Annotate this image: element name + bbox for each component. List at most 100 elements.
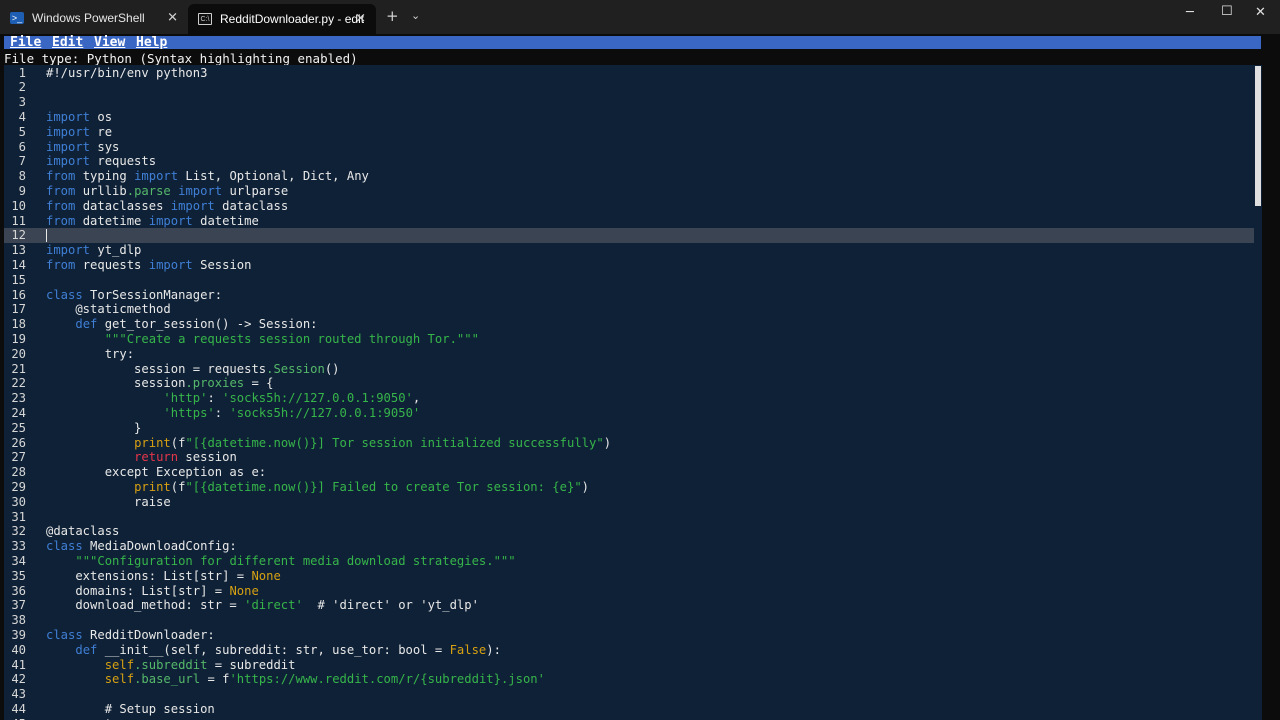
code-line[interactable]: 8 from typing import List, Optional, Dict… bbox=[4, 169, 1254, 184]
code-line[interactable]: 17 @staticmethod bbox=[4, 302, 1254, 317]
code-line[interactable]: 24 'https': 'socks5h://127.0.0.1:9050' bbox=[4, 406, 1254, 421]
code-token: None bbox=[251, 568, 281, 583]
code-line[interactable]: 28 except Exception as e: bbox=[4, 465, 1254, 480]
code-line[interactable]: 2 bbox=[4, 80, 1254, 95]
code-token: return bbox=[134, 450, 179, 465]
code-line[interactable]: 30 raise bbox=[4, 495, 1254, 510]
scrollbar-thumb[interactable] bbox=[1255, 66, 1261, 206]
code-line[interactable]: 35 extensions: List[str] = None bbox=[4, 569, 1254, 584]
code-token: class bbox=[46, 627, 83, 642]
line-number: 26 bbox=[11, 435, 26, 450]
line-number: 18 bbox=[11, 317, 26, 332]
line-number: 40 bbox=[11, 642, 26, 657]
code-text: import requests bbox=[46, 154, 156, 169]
code-text: try: bbox=[46, 347, 134, 362]
maximize-button[interactable]: ☐ bbox=[1221, 4, 1233, 19]
minimize-button[interactable]: ─ bbox=[1186, 5, 1194, 20]
code-line[interactable]: 9 from urllib.parse import urlparse bbox=[4, 184, 1254, 199]
code-line[interactable]: 43 bbox=[4, 687, 1254, 702]
code-line[interactable]: 18 def get_tor_session() -> Session: bbox=[4, 317, 1254, 332]
code-line[interactable]: 41 self.subreddit = subreddit bbox=[4, 658, 1254, 673]
close-tab-icon[interactable]: ✕ bbox=[167, 11, 178, 26]
code-line[interactable]: 29 print(f"[{datetime.now()}] Failed to … bbox=[4, 480, 1254, 495]
menu-file[interactable]: File bbox=[10, 36, 41, 49]
close-tab-icon[interactable]: ✕ bbox=[355, 12, 366, 27]
code-text: } bbox=[46, 421, 141, 436]
code-token: import bbox=[148, 213, 193, 228]
code-line[interactable]: 32 @dataclass bbox=[4, 524, 1254, 539]
code-line[interactable]: 12 bbox=[4, 228, 1254, 244]
code-token: self bbox=[104, 672, 135, 687]
code-token: .subreddit bbox=[134, 657, 208, 672]
code-line[interactable]: 42 self.base_url = f'https://www.reddit.… bbox=[4, 672, 1254, 687]
code-line[interactable]: 4 import os bbox=[4, 110, 1254, 125]
code-line[interactable]: 31 bbox=[4, 510, 1254, 525]
line-number: 36 bbox=[11, 583, 26, 598]
code-line[interactable]: 37 download_method: str = 'direct' # 'di… bbox=[4, 598, 1254, 613]
code-token: = { bbox=[244, 376, 274, 391]
code-line[interactable]: 3 bbox=[4, 95, 1254, 110]
code-line[interactable]: 1 #!/usr/bin/env python3 bbox=[4, 66, 1254, 81]
tab-powershell[interactable]: >_ Windows PowerShell ✕ bbox=[0, 4, 186, 32]
menu-help[interactable]: Help bbox=[136, 36, 167, 49]
code-token: : bbox=[214, 405, 230, 420]
code-token: @dataclass bbox=[46, 524, 120, 539]
code-token: def bbox=[75, 642, 98, 657]
menu-edit[interactable]: Edit bbox=[52, 36, 83, 49]
tab-redditdownloader[interactable]: C:\ RedditDownloader.py - edit ✕ bbox=[188, 4, 376, 34]
code-line[interactable]: 14 from requests import Session bbox=[4, 258, 1254, 273]
code-token: extensions: List[str] = bbox=[46, 568, 252, 583]
code-line[interactable]: 40 def __init__(self, subreddit: str, us… bbox=[4, 643, 1254, 658]
code-line[interactable]: 36 domains: List[str] = None bbox=[4, 584, 1254, 599]
code-line[interactable]: 6 import sys bbox=[4, 140, 1254, 155]
code-line[interactable]: 10 from dataclasses import dataclass bbox=[4, 199, 1254, 214]
code-text: @staticmethod bbox=[46, 302, 171, 317]
code-token: class bbox=[46, 287, 83, 302]
code-line[interactable]: 11 from datetime import datetime bbox=[4, 214, 1254, 229]
close-window-button[interactable]: ✕ bbox=[1255, 5, 1266, 20]
code-token: () bbox=[324, 361, 340, 376]
menu-view[interactable]: View bbox=[94, 36, 125, 49]
code-line[interactable]: 5 import re bbox=[4, 125, 1254, 140]
code-line[interactable]: 20 try: bbox=[4, 347, 1254, 362]
line-number: 28 bbox=[11, 465, 26, 480]
code-line[interactable]: 27 return session bbox=[4, 450, 1254, 465]
line-number: 43 bbox=[11, 687, 26, 702]
code-line[interactable]: 15 bbox=[4, 273, 1254, 288]
code-text: import os bbox=[46, 110, 112, 125]
code-line[interactable]: 34 """Configuration for different media … bbox=[4, 554, 1254, 569]
line-number: 35 bbox=[11, 568, 26, 583]
code-token: @staticmethod bbox=[46, 302, 171, 317]
line-number: 22 bbox=[11, 376, 26, 391]
code-line[interactable]: 39 class RedditDownloader: bbox=[4, 628, 1254, 643]
code-text: 'https': 'socks5h://127.0.0.1:9050' bbox=[46, 406, 420, 421]
code-line[interactable]: 22 session.proxies = { bbox=[4, 376, 1254, 391]
code-line[interactable]: 13 import yt_dlp bbox=[4, 243, 1254, 258]
terminal-icon: C:\ bbox=[198, 13, 212, 25]
code-line[interactable]: 23 'http': 'socks5h://127.0.0.1:9050', bbox=[4, 391, 1254, 406]
code-line[interactable]: 21 session = requests.Session() bbox=[4, 362, 1254, 377]
code-text: from typing import List, Optional, Dict,… bbox=[46, 169, 369, 184]
code-line[interactable]: 16 class TorSessionManager: bbox=[4, 288, 1254, 303]
code-token: requests bbox=[75, 257, 149, 272]
code-line[interactable]: 33 class MediaDownloadConfig: bbox=[4, 539, 1254, 554]
code-token: 'socks5h://127.0.0.1:9050' bbox=[222, 391, 413, 406]
code-line[interactable]: 25 } bbox=[4, 421, 1254, 436]
code-line[interactable]: 38 bbox=[4, 613, 1254, 628]
chevron-down-icon[interactable]: ⌄ bbox=[411, 9, 420, 22]
code-line[interactable]: 19 """Create a requests session routed t… bbox=[4, 332, 1254, 347]
code-editor[interactable]: 1 #!/usr/bin/env python3 2 3 4 import os 5 impo… bbox=[4, 65, 1262, 720]
code-token: class bbox=[46, 539, 83, 554]
code-line[interactable]: 26 print(f"[{datetime.now()}] Tor sessio… bbox=[4, 436, 1254, 451]
line-number: 6 bbox=[18, 139, 26, 154]
code-token: Session bbox=[192, 257, 252, 272]
code-token: List, Optional, Dict, Any bbox=[178, 169, 369, 184]
new-tab-button[interactable]: + bbox=[386, 7, 399, 25]
code-token: print bbox=[134, 435, 171, 450]
code-line[interactable]: 7 import requests bbox=[4, 154, 1254, 169]
code-line[interactable]: 44 # Setup session bbox=[4, 702, 1254, 717]
